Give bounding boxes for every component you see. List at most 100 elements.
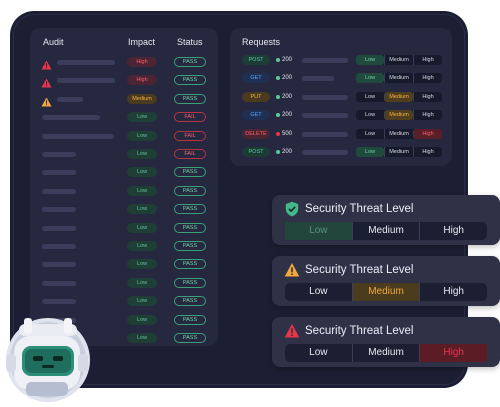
level-option-low[interactable]: Low [356,129,384,139]
request-row[interactable]: POST 200 Low Medium High [230,51,452,69]
audit-row[interactable]: High PASS [30,71,218,89]
audit-row[interactable]: Low FAIL [30,145,218,163]
threat-option-low[interactable]: Low [285,222,352,240]
audit-row[interactable]: Low FAIL [30,127,218,145]
status-badge: PASS [174,93,206,104]
level-selector[interactable]: Low Medium High [356,147,442,157]
warning-icon [41,75,52,88]
audit-placeholder-bar [42,133,114,139]
level-option-medium[interactable]: Medium [384,55,413,65]
status-dot [276,94,280,99]
status-badge: FAIL [174,130,206,141]
audit-placeholder-bar [42,188,76,194]
threat-option-low[interactable]: Low [285,344,352,362]
level-option-low[interactable]: Low [356,92,384,102]
level-option-high[interactable]: High [413,128,442,139]
requests-title: Requests [242,37,281,47]
audit-placeholder-bar [42,299,76,305]
threat-level-selector[interactable]: Low Medium High [285,222,487,240]
audit-placeholder-bar [57,96,83,102]
threat-option-medium[interactable]: Medium [351,222,420,240]
request-row[interactable]: PUT 200 Low Medium High [230,88,452,106]
audit-row[interactable]: Low PASS [30,182,218,200]
audit-row[interactable]: Medium PASS [30,90,218,108]
threat-level-selector[interactable]: Low Medium High [285,283,487,301]
status-badge: PASS [174,222,206,233]
level-option-medium[interactable]: Medium [384,147,413,157]
request-placeholder-bar [302,150,348,155]
impact-badge: High [127,57,157,67]
threat-card-title: Security Threat Level [305,203,414,215]
threat-option-high[interactable]: High [419,222,487,240]
threat-level-selector[interactable]: Low Medium High [285,344,488,362]
impact-badge: Low [127,333,157,343]
threat-option-high[interactable]: High [419,344,488,362]
level-option-medium[interactable]: Medium [384,110,413,121]
status-badge: PASS [174,314,206,325]
request-row[interactable]: GET 200 Low Medium High [230,69,452,87]
impact-badge: Low [127,241,157,251]
audit-header: Audit [43,37,64,47]
audit-row[interactable]: Low FAIL [30,108,218,126]
audit-placeholder-bar [42,280,76,286]
level-selector[interactable]: Low Medium High [356,91,442,102]
status-dot [276,113,280,118]
warning-icon [41,94,52,107]
impact-badge: Medium [127,93,157,104]
requests-panel: Requests POST 200 Low Medium High GET 200 Low Me… [230,28,452,166]
threat-option-medium[interactable]: Medium [351,283,420,301]
audit-row[interactable]: Low PASS [30,237,218,255]
threat-option-medium[interactable]: Medium [351,344,420,362]
level-selector[interactable]: Low Medium High [356,110,442,121]
level-option-low[interactable]: Low [356,110,384,120]
request-row[interactable]: DELETE 500 Low Medium High [230,125,452,143]
request-row[interactable]: POST 200 Low Medium High [230,143,452,161]
status-code: 200 [282,149,293,155]
threat-option-high[interactable]: High [419,283,487,301]
level-option-high[interactable]: High [413,91,442,102]
impact-badge: Low [127,167,157,178]
threat-level-card: Security Threat Level Low Medium High [272,195,500,245]
status-dot [276,131,280,136]
level-option-low[interactable]: Low [356,73,384,84]
status-badge: PASS [174,277,206,288]
impact-badge: Low [127,222,157,233]
impact-badge: Low [127,296,157,307]
status-code: 200 [282,75,293,82]
audit-row[interactable]: High PASS [30,53,218,71]
threat-level-card: Security Threat Level Low Medium High [272,256,500,306]
audit-row[interactable]: Low PASS [30,200,218,218]
audit-row[interactable]: Low PASS [30,255,218,273]
level-option-high[interactable]: High [413,147,442,157]
level-selector[interactable]: Low Medium High [356,128,442,139]
level-option-high[interactable]: High [413,55,442,65]
audit-placeholder-bar [42,115,100,121]
audit-row[interactable]: Low PASS [30,219,218,237]
status-badge: FAIL [174,112,206,123]
status-dot [276,76,280,81]
audit-placeholder-bar [57,78,115,84]
impact-badge: Low [127,185,157,196]
level-selector[interactable]: Low Medium High [356,73,442,84]
request-row[interactable]: GET 200 Low Medium High [230,106,452,124]
level-option-medium[interactable]: Medium [384,128,413,139]
audit-row[interactable]: Low PASS [30,163,218,181]
status-code: 200 [282,93,293,100]
status-badge: PASS [174,167,206,178]
level-selector[interactable]: Low Medium High [356,55,442,65]
level-option-medium[interactable]: Medium [384,91,413,102]
method-badge: GET [242,110,270,121]
level-option-high[interactable]: High [413,110,442,121]
impact-badge: Low [127,314,157,325]
level-option-high[interactable]: High [413,73,442,84]
status-badge: PASS [174,204,206,215]
shield-check-icon [284,201,300,217]
level-option-medium[interactable]: Medium [384,73,413,84]
audit-row[interactable]: Low PASS [30,274,218,292]
threat-option-low[interactable]: Low [285,283,352,301]
level-option-low[interactable]: Low [356,55,384,65]
status-badge: PASS [174,333,206,343]
impact-badge: Low [127,204,157,215]
threat-card-title: Security Threat Level [305,264,414,276]
level-option-low[interactable]: Low [356,147,384,157]
